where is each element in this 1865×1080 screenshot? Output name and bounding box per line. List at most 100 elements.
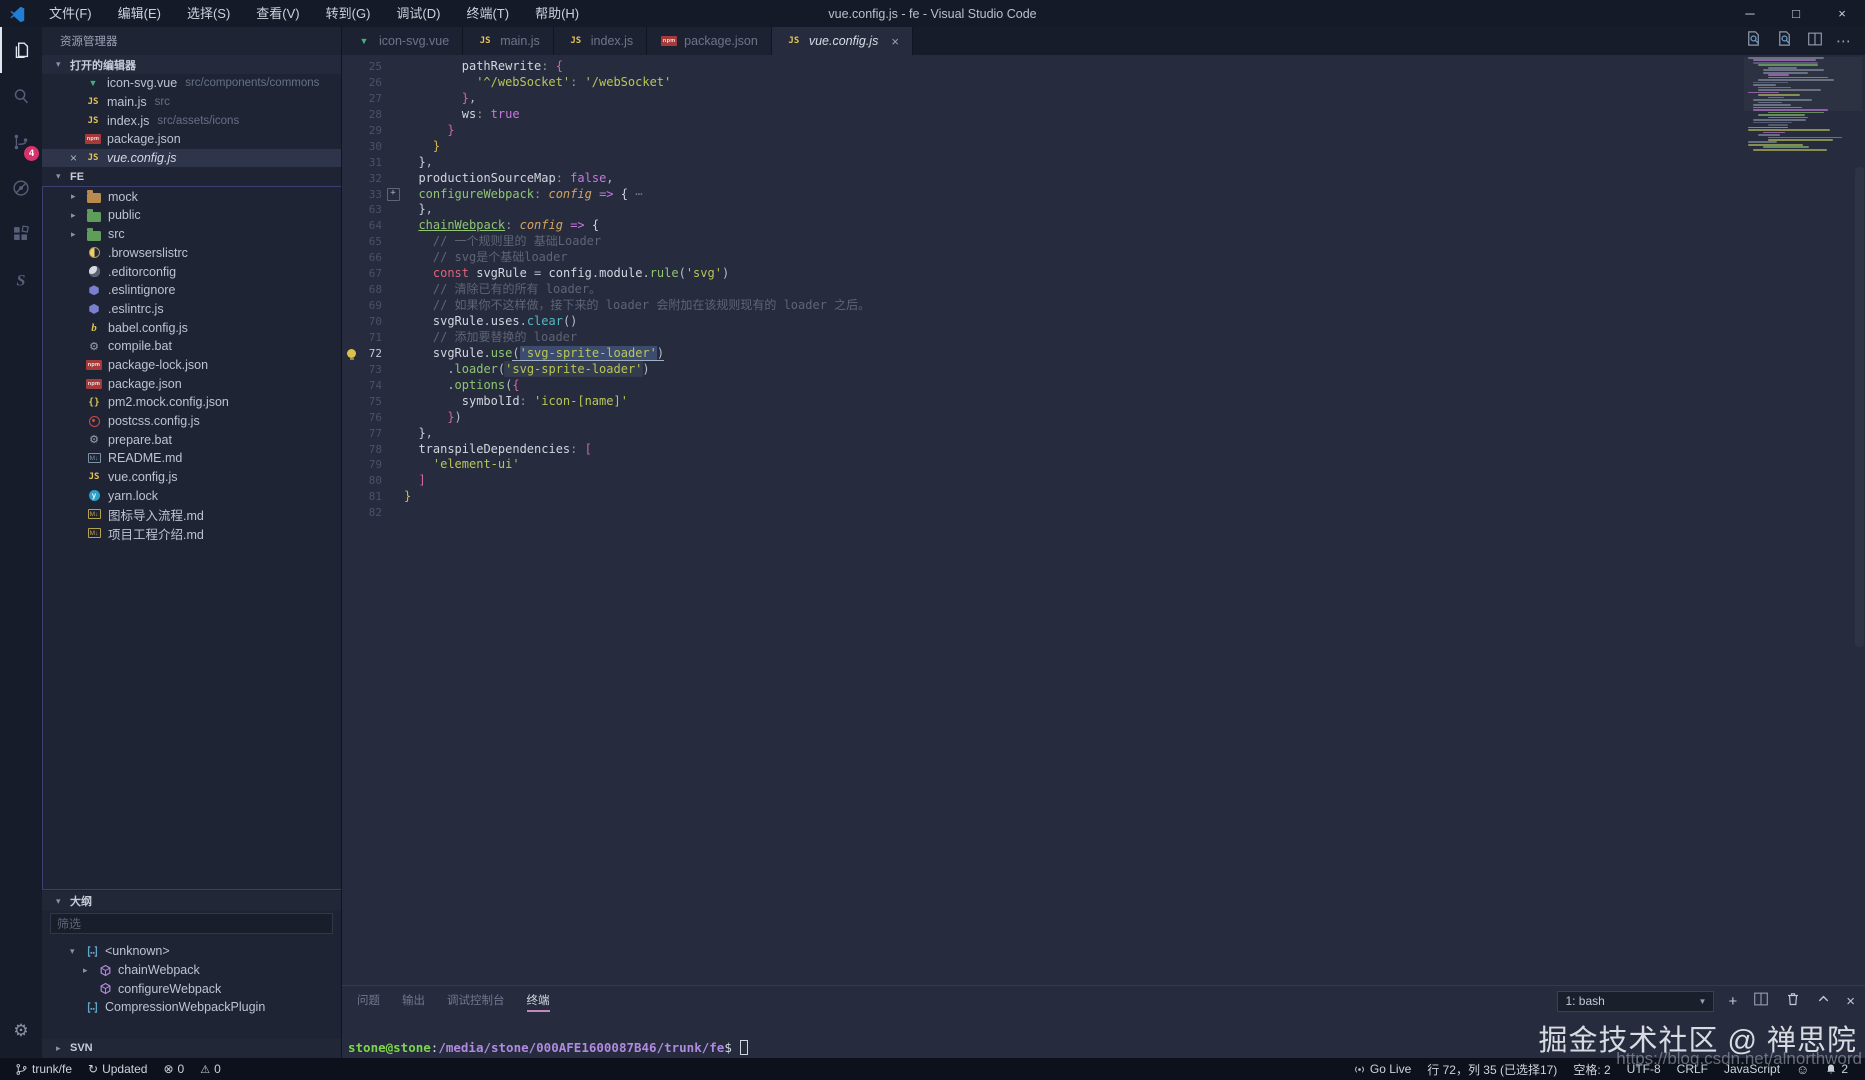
outline-item[interactable]: CompressionWebpackPlugin xyxy=(42,998,341,1017)
tree-item[interactable]: postcss.config.js xyxy=(43,412,341,431)
fold-expand-icon[interactable]: + xyxy=(386,187,400,201)
activity-debug-icon[interactable] xyxy=(0,165,42,211)
status-eol[interactable]: CRLF xyxy=(1670,1058,1715,1080)
tree-item[interactable]: JS vue.config.js xyxy=(43,468,341,487)
tab-package.json[interactable]: npm package.json xyxy=(647,27,772,55)
activity-svn-icon[interactable]: S xyxy=(0,257,42,303)
menu-item[interactable]: 选择(S) xyxy=(174,0,243,27)
panel-tab-调试控制台[interactable]: 调试控制台 xyxy=(447,987,505,1016)
minimize-button[interactable]: ─ xyxy=(1727,0,1773,27)
chevron-right-icon[interactable]: ▸ xyxy=(71,191,85,202)
chevron-down-icon[interactable]: ▾ xyxy=(70,946,84,957)
kill-terminal-icon[interactable] xyxy=(1785,991,1801,1012)
maximize-panel-icon[interactable] xyxy=(1816,991,1831,1011)
open-editor-item[interactable]: × JS vue.config.js xyxy=(42,148,341,168)
new-terminal-icon[interactable]: + xyxy=(1728,994,1737,1009)
svn-section-header[interactable]: ▸ SVN xyxy=(42,1037,341,1058)
open-editor-item[interactable]: npm package.json xyxy=(42,130,341,149)
status-warnings[interactable]: ⚠ 0 xyxy=(193,1058,228,1080)
lightbulb-icon[interactable] xyxy=(347,349,356,361)
menu-item[interactable]: 帮助(H) xyxy=(522,0,592,27)
status-indentation[interactable]: 空格: 2 xyxy=(1566,1058,1617,1080)
markdown-file-icon: M↓ xyxy=(85,509,103,520)
minimap-line xyxy=(1768,124,1788,126)
panel-tab-输出[interactable]: 输出 xyxy=(402,987,425,1016)
gutter-glyph-margin xyxy=(342,410,362,426)
tree-item[interactable]: ▸ src xyxy=(43,225,341,244)
outline-header[interactable]: ▾ 大纲 xyxy=(42,890,341,911)
tree-item[interactable]: {} pm2.mock.config.json xyxy=(43,393,341,412)
status-feedback[interactable]: ☺ xyxy=(1789,1058,1816,1080)
status-errors[interactable]: ⊗ 0 xyxy=(156,1058,191,1080)
tree-item[interactable]: .eslintignore xyxy=(43,281,341,300)
minimap[interactable] xyxy=(1748,57,1852,155)
menu-item[interactable]: 查看(V) xyxy=(243,0,312,27)
close-button[interactable]: × xyxy=(1819,0,1865,27)
tree-item[interactable]: ⚙ compile.bat xyxy=(43,337,341,356)
tab-vue.config.js[interactable]: JS vue.config.js × xyxy=(771,27,913,55)
chevron-right-icon[interactable]: ▸ xyxy=(71,229,85,240)
outline-item[interactable]: configureWebpack xyxy=(42,979,341,998)
status-cursor-position[interactable]: 行 72，列 35 (已选择17) xyxy=(1420,1058,1564,1080)
status-language[interactable]: JavaScript xyxy=(1717,1058,1787,1080)
close-icon[interactable]: × xyxy=(70,151,84,165)
search-editor-icon[interactable] xyxy=(1744,29,1763,53)
outline-item[interactable]: ▾ <unknown> xyxy=(42,942,341,961)
close-panel-icon[interactable]: × xyxy=(1846,994,1855,1009)
status-branch[interactable]: trunk/fe xyxy=(8,1058,79,1080)
tree-item[interactable]: M↓ 图标导入流程.md xyxy=(43,505,341,524)
fold-margin xyxy=(382,202,404,218)
activity-source-control-icon[interactable]: 4 xyxy=(0,119,42,165)
open-editor-item[interactable]: JS main.js src xyxy=(42,93,341,112)
split-editor-icon[interactable] xyxy=(1806,30,1824,53)
open-editor-item[interactable]: ▼ icon-svg.vue src/components/commons xyxy=(42,74,341,93)
open-editors-header[interactable]: ▾ 打开的编辑器 xyxy=(42,55,341,74)
panel-tab-问题[interactable]: 问题 xyxy=(357,987,380,1016)
menu-item[interactable]: 编辑(E) xyxy=(105,0,174,27)
panel-tab-终端[interactable]: 终端 xyxy=(526,987,550,1016)
status-notifications[interactable]: 2 xyxy=(1818,1058,1855,1080)
tree-item[interactable]: .browserslistrc xyxy=(43,244,341,263)
menu-item[interactable]: 转到(G) xyxy=(313,0,384,27)
split-terminal-icon[interactable] xyxy=(1752,990,1770,1013)
chevron-right-icon[interactable]: ▸ xyxy=(83,965,97,976)
terminal-picker[interactable]: 1: bash ▼ xyxy=(1557,990,1715,1012)
more-actions-icon[interactable]: ⋯ xyxy=(1836,32,1851,50)
tab-icon-svg.vue[interactable]: ▼ icon-svg.vue xyxy=(342,27,464,55)
tree-item[interactable]: .editorconfig xyxy=(43,262,341,281)
activity-explorer-icon[interactable] xyxy=(0,27,42,73)
outline-filter-input[interactable] xyxy=(50,913,333,934)
editor-scrollbar[interactable] xyxy=(1855,167,1864,647)
tree-item[interactable]: npm package-lock.json xyxy=(43,356,341,375)
tree-item[interactable]: M↓ 项目工程介绍.md xyxy=(43,524,341,543)
code-token: 'icon-[name]' xyxy=(534,393,628,408)
tree-item[interactable]: ▸ public xyxy=(43,206,341,225)
status-go-live[interactable]: Go Live xyxy=(1346,1058,1418,1080)
activity-settings-icon[interactable]: ⚙ xyxy=(0,1008,42,1054)
status-encoding[interactable]: UTF-8 xyxy=(1620,1058,1668,1080)
tree-item[interactable]: ⚙ prepare.bat xyxy=(43,430,341,449)
menu-item[interactable]: 文件(F) xyxy=(36,0,105,27)
tree-item[interactable]: M↓ README.md xyxy=(43,449,341,468)
tree-item[interactable]: b babel.config.js xyxy=(43,318,341,337)
tree-item[interactable]: y yarn.lock xyxy=(43,486,341,505)
tab-main.js[interactable]: JS main.js xyxy=(463,27,554,55)
open-editor-item[interactable]: JS index.js src/assets/icons xyxy=(42,111,341,130)
activity-search-icon[interactable] xyxy=(0,73,42,119)
tree-item[interactable]: ▸ mock xyxy=(43,187,341,206)
tab-index.js[interactable]: JS index.js xyxy=(553,27,648,55)
chevron-right-icon[interactable]: ▸ xyxy=(71,210,85,221)
status-sync[interactable]: ↻ Updated xyxy=(81,1058,154,1080)
code-editor[interactable]: 25 pathRewrite: {26 '^/webSocket': '/webSo… xyxy=(342,55,1865,985)
folder-root-header[interactable]: ▾ FE xyxy=(42,167,341,186)
activity-extensions-icon[interactable] xyxy=(0,211,42,257)
menu-item[interactable]: 终端(T) xyxy=(453,0,522,27)
close-icon[interactable]: × xyxy=(891,34,899,49)
outline-item[interactable]: ▸ chainWebpack xyxy=(42,961,341,980)
maximize-button[interactable]: □ xyxy=(1773,0,1819,27)
tree-item[interactable]: npm package.json xyxy=(43,374,341,393)
search-history-icon[interactable] xyxy=(1775,29,1794,53)
tree-item[interactable]: .eslintrc.js xyxy=(43,300,341,319)
menu-item[interactable]: 调试(D) xyxy=(383,0,453,27)
terminal[interactable]: stone@stone:/media/stone/000AFE1600087B4… xyxy=(342,1016,1865,1059)
